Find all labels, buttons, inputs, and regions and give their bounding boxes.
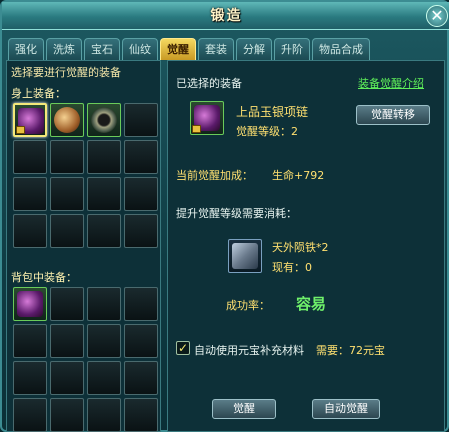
selected-equipment-label: 已选择的装备 <box>176 77 242 90</box>
tab-set[interactable]: 套装 <box>198 38 234 60</box>
body-equipment-grid <box>13 103 158 248</box>
material-slot[interactable] <box>228 239 262 273</box>
equipment-panel: 选择要进行觉醒的装备 身上装备： 背包中装备： <box>6 60 161 432</box>
bag-slot[interactable] <box>87 398 121 432</box>
equipment-slot[interactable] <box>13 177 47 211</box>
bag-slot[interactable] <box>50 361 84 395</box>
equipment-slot[interactable] <box>13 103 47 137</box>
tab-upgrade[interactable]: 升阶 <box>274 38 310 60</box>
equipment-slot[interactable] <box>50 177 84 211</box>
close-button[interactable]: ✕ <box>426 5 448 27</box>
equipment-slot[interactable] <box>87 140 121 174</box>
orb-icon <box>54 107 80 133</box>
equipment-slot[interactable] <box>87 214 121 248</box>
equipment-slot[interactable] <box>124 214 158 248</box>
forge-window: 锻造 ✕ 强化 洗炼 宝石 仙纹 觉醒 套装 分解 升阶 物品合成 选择要进行觉… <box>0 0 449 432</box>
awaken-level: 觉醒等级：2 <box>236 125 298 138</box>
success-rate-label: 成功率： <box>226 299 270 312</box>
tab-refine[interactable]: 洗炼 <box>46 38 82 60</box>
bag-slot[interactable] <box>13 398 47 432</box>
tab-decompose[interactable]: 分解 <box>236 38 272 60</box>
equipment-slot[interactable] <box>87 177 121 211</box>
bag-equipment-grid <box>13 287 158 432</box>
bag-slot[interactable] <box>87 361 121 395</box>
tab-awaken[interactable]: 觉醒 <box>160 38 196 60</box>
equipment-slot[interactable] <box>124 140 158 174</box>
awaken-button[interactable]: 觉醒 <box>212 399 276 419</box>
selected-item-slot[interactable] <box>190 101 224 135</box>
bag-slot[interactable] <box>50 287 84 321</box>
equipment-slot[interactable] <box>124 103 158 137</box>
equipment-panel-heading: 选择要进行觉醒的装备 <box>11 66 121 79</box>
bag-slot[interactable] <box>124 361 158 395</box>
awaken-panel: 已选择的装备 装备觉醒介绍 上品玉银项链 觉醒等级：2 觉醒转移 当前觉醒加成：… <box>167 60 445 432</box>
bag-slot[interactable] <box>13 324 47 358</box>
lock-icon <box>16 126 25 134</box>
title-bar[interactable]: 锻造 ✕ <box>2 2 449 30</box>
success-rate-value: 容易 <box>296 295 327 313</box>
upgrade-cost-label: 提升觉醒等级需要消耗： <box>176 207 297 220</box>
equipment-slot[interactable] <box>13 214 47 248</box>
awaken-transfer-button[interactable]: 觉醒转移 <box>356 105 430 125</box>
auto-awaken-button[interactable]: 自动觉醒 <box>312 399 380 419</box>
tab-strengthen[interactable]: 强化 <box>8 38 44 60</box>
bag-slot[interactable] <box>87 324 121 358</box>
ring-icon <box>91 107 117 133</box>
lock-icon <box>192 125 201 133</box>
bag-slot[interactable] <box>87 287 121 321</box>
material-owned: 现有：0 <box>272 261 312 274</box>
tab-bar: 强化 洗炼 宝石 仙纹 觉醒 套装 分解 升阶 物品合成 <box>8 38 370 60</box>
bag-slot[interactable] <box>124 398 158 432</box>
awaken-bonus-value: 生命+792 <box>272 169 325 182</box>
auto-use-label: 自动使用元宝补充材料 <box>194 344 304 357</box>
equipment-slot[interactable] <box>50 214 84 248</box>
equipment-slot[interactable] <box>50 103 84 137</box>
material-name: 天外陨铁*2 <box>272 241 329 254</box>
bag-slot[interactable] <box>124 324 158 358</box>
bag-slot[interactable] <box>50 398 84 432</box>
awaken-intro-link[interactable]: 装备觉醒介绍 <box>358 75 424 91</box>
equipment-slot[interactable] <box>50 140 84 174</box>
bag-slot[interactable] <box>124 287 158 321</box>
tab-pattern[interactable]: 仙纹 <box>122 38 158 60</box>
bag-equipment-label: 背包中装备： <box>11 271 77 284</box>
window-title: 锻造 <box>210 8 243 24</box>
bag-slot[interactable] <box>50 324 84 358</box>
bag-slot[interactable] <box>13 287 47 321</box>
equipment-slot[interactable] <box>124 177 158 211</box>
body-equipment-label: 身上装备： <box>11 87 66 100</box>
item-name: 上品玉银项链 <box>236 105 309 119</box>
auto-use-checkbox[interactable]: ✓ <box>176 341 190 355</box>
necklace-icon <box>17 291 43 317</box>
equipment-slot[interactable] <box>13 140 47 174</box>
tab-gem[interactable]: 宝石 <box>84 38 120 60</box>
bag-slot[interactable] <box>13 361 47 395</box>
iron-ore-icon <box>232 243 258 269</box>
awaken-bonus-label: 当前觉醒加成： <box>176 169 253 182</box>
tab-synthesis[interactable]: 物品合成 <box>312 38 370 60</box>
equipment-slot[interactable] <box>87 103 121 137</box>
yuanbao-cost: 需要：72元宝 <box>316 344 385 357</box>
